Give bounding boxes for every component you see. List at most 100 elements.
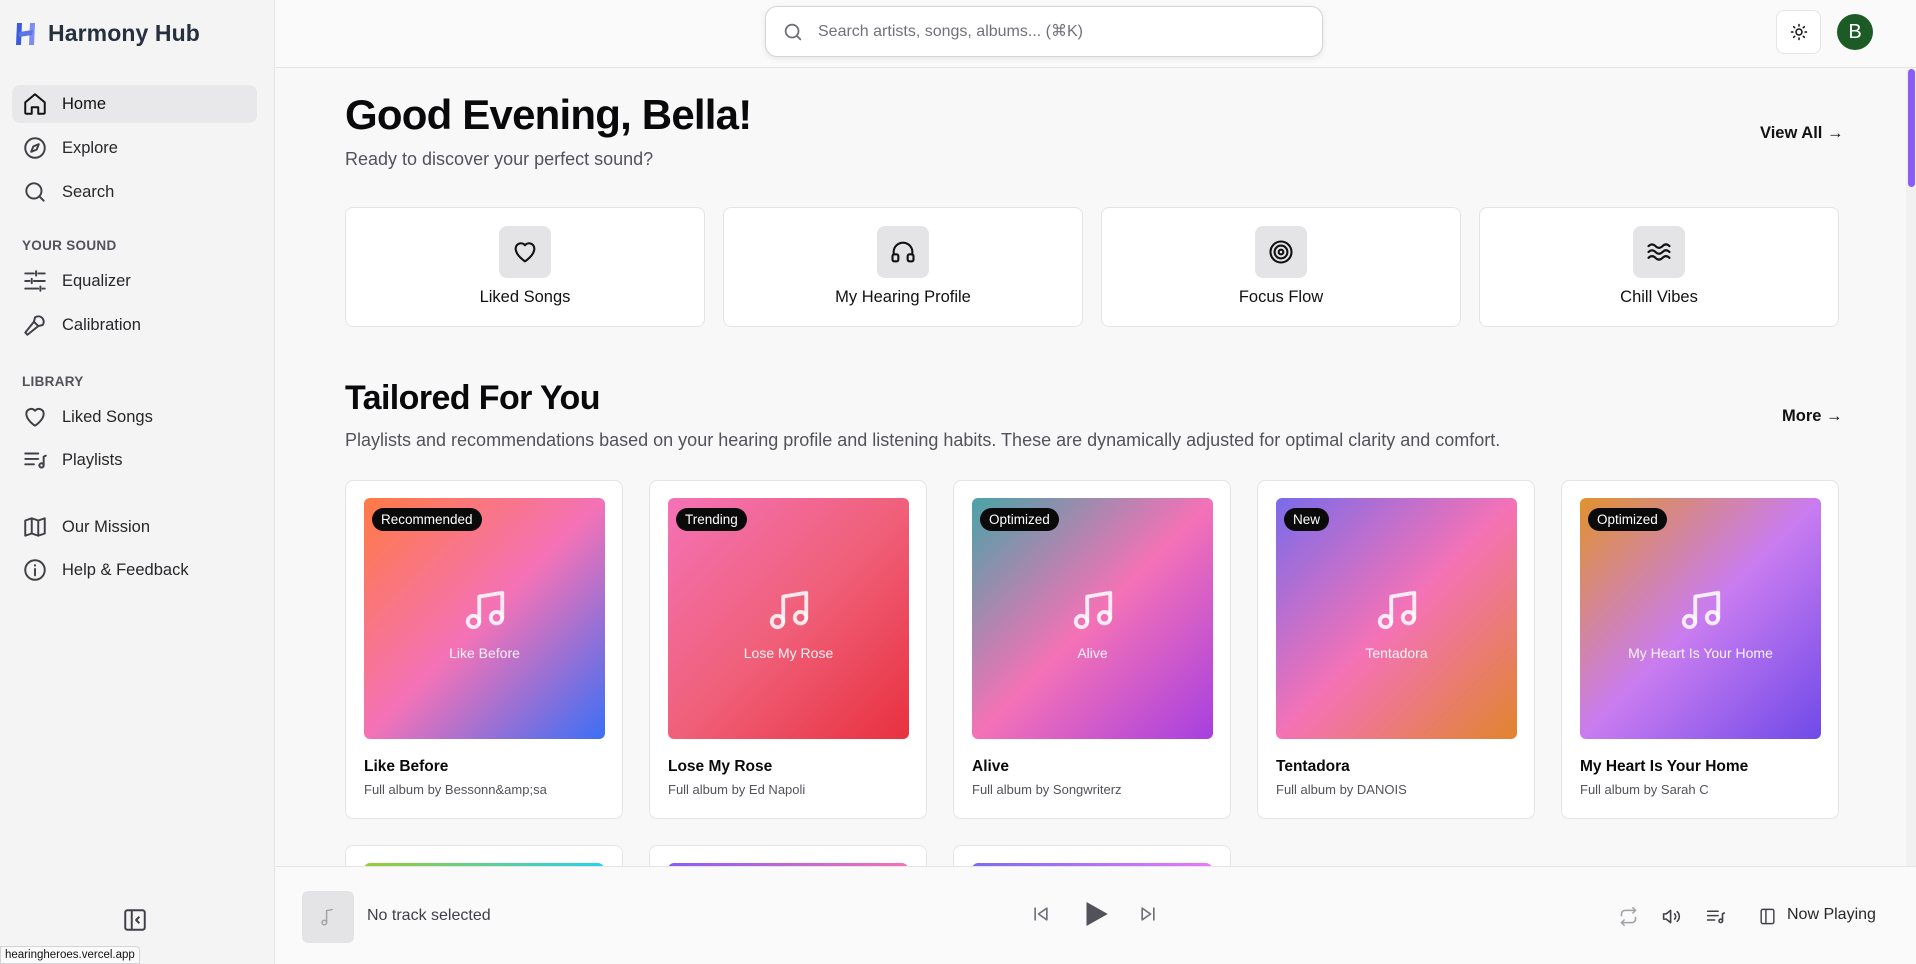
music-note-icon (1073, 590, 1112, 629)
album-badge: Optimized (980, 508, 1059, 531)
queue-button[interactable] (1703, 904, 1727, 928)
album-card-partial[interactable] (953, 845, 1231, 866)
search-box[interactable] (765, 6, 1323, 57)
quick-card-hearing-profile[interactable]: My Hearing Profile (723, 207, 1083, 327)
album-title[interactable]: My Heart Is Your Home (1580, 758, 1820, 776)
album-card[interactable]: Recommended Like Before Like Before Full al… (345, 480, 623, 819)
album-subtitle: Full album by DANOIS (1276, 782, 1407, 797)
track-artwork (302, 891, 354, 943)
album-card[interactable]: Optimized My Heart Is Your Home My Heart I… (1561, 480, 1839, 819)
album-card[interactable]: New Tentadora Tentadora Full album by DANOI… (1257, 480, 1535, 819)
nav-item-calibration[interactable]: Calibration (12, 306, 257, 344)
skip-back-icon (1034, 907, 1048, 921)
album-cover[interactable]: Optimized Alive (972, 498, 1213, 739)
quick-card-focus-flow[interactable]: Focus Flow (1101, 207, 1461, 327)
quick-icon-box (499, 226, 551, 278)
nav-label-calibration: Calibration (62, 315, 141, 334)
album-subtitle: Full album by Songwriterz (972, 782, 1122, 797)
music-note-icon (465, 590, 504, 629)
nav-item-search[interactable]: Search (12, 173, 257, 211)
album-card-partial[interactable] (345, 845, 623, 866)
music-note-icon (769, 590, 808, 629)
sidebar: Harmony Hub Home Explore Search YOUR SOU… (0, 0, 275, 964)
scrollbar-thumb[interactable] (1908, 69, 1915, 187)
sliders-icon (24, 270, 46, 292)
quick-icon-box (1633, 226, 1685, 278)
now-playing-button[interactable]: Now Playing (1787, 906, 1876, 924)
repeat-button[interactable] (1616, 904, 1640, 928)
top-bar: B (276, 0, 1916, 68)
quick-icon-box (1255, 226, 1307, 278)
nav-item-playlists[interactable]: Playlists (12, 441, 257, 479)
search-icon (25, 182, 45, 202)
nav-item-liked-songs[interactable]: Liked Songs (12, 398, 257, 436)
brand[interactable]: Harmony Hub (14, 20, 200, 47)
album-title[interactable]: Alive (972, 758, 1212, 776)
logo-icon (16, 22, 35, 45)
player-bar: No track selected Now Playing (276, 866, 1916, 964)
next-button[interactable] (1136, 902, 1160, 926)
repeat-icon (1620, 906, 1636, 926)
playlist-icon (24, 452, 47, 469)
main-nav: Home Explore Search (12, 85, 257, 211)
nav-item-explore[interactable]: Explore (12, 129, 257, 167)
user-avatar[interactable]: B (1837, 14, 1873, 50)
album-cover[interactable]: Trending Lose My Rose (668, 498, 909, 739)
quick-card-chill-vibes[interactable]: Chill Vibes (1479, 207, 1839, 327)
album-cover[interactable]: Optimized My Heart Is Your Home (1580, 498, 1821, 739)
album-badge: Optimized (1588, 508, 1667, 531)
extra-nav: Our Mission Help & Feedback (12, 508, 257, 589)
album-subtitle: Full album by Bessonn&amp;sa (364, 782, 547, 797)
volume-icon (1662, 909, 1680, 923)
theme-toggle-button[interactable] (1776, 10, 1821, 54)
quick-card-liked-songs[interactable]: Liked Songs (345, 207, 705, 327)
volume-button[interactable] (1659, 904, 1683, 928)
section-title-your-sound: YOUR SOUND (22, 237, 117, 253)
quick-label: Liked Songs (479, 288, 571, 306)
nav-item-home[interactable]: Home (12, 85, 257, 123)
main-content: Good Evening, Bella! Ready to discover y… (276, 69, 1899, 866)
quick-label: Chill Vibes (1620, 288, 1698, 306)
greeting-subtitle: Ready to discover your perfect sound? (345, 149, 654, 169)
library-section: LIBRARY Liked Songs Playlists (12, 370, 257, 479)
album-cover[interactable]: Recommended Like Before (364, 498, 605, 739)
album-cover-title: Like Before (449, 644, 520, 661)
nav-label-equalizer: Equalizer (62, 271, 131, 290)
album-card[interactable]: Trending Lose My Rose Lose My Rose Full alb… (649, 480, 927, 819)
album-title[interactable]: Like Before (364, 758, 604, 776)
your-sound-section: YOUR SOUND Equalizer Calibration (12, 234, 257, 344)
album-cover-title: Lose My Rose (743, 644, 834, 661)
sun-icon (1790, 23, 1807, 41)
nav-item-help-feedback[interactable]: Help & Feedback (12, 551, 257, 589)
album-title[interactable]: Tentadora (1276, 758, 1516, 776)
music-note-icon (1377, 590, 1416, 629)
microphone-icon (24, 315, 45, 336)
nav-item-our-mission[interactable]: Our Mission (12, 508, 257, 546)
more-link[interactable]: More → (1782, 407, 1843, 426)
sidebar-collapse-icon[interactable] (122, 907, 148, 933)
target-icon (1269, 240, 1293, 264)
album-card-partial[interactable] (649, 845, 927, 866)
music-note-icon (1681, 590, 1720, 629)
quick-access-row: Liked Songs My Hearing Profile Focus Flo… (345, 207, 1839, 327)
nav-label-home: Home (62, 94, 107, 113)
previous-button[interactable] (1029, 902, 1053, 926)
play-button[interactable] (1076, 895, 1114, 933)
album-cover-title: Tentadora (1365, 644, 1428, 661)
album-cover-title: Alive (1077, 644, 1108, 661)
nav-item-equalizer[interactable]: Equalizer (12, 262, 257, 300)
album-title[interactable]: Lose My Rose (668, 758, 908, 776)
headphones-icon (891, 241, 915, 263)
waves-icon (1647, 243, 1671, 261)
search-input[interactable] (818, 22, 1298, 41)
album-card[interactable]: Optimized Alive Alive Full album by Songwri… (953, 480, 1231, 819)
now-playing-panel-icon[interactable] (1755, 904, 1779, 928)
album-cover[interactable]: New Tentadora (1276, 498, 1517, 739)
view-all-link[interactable]: View All → (1760, 124, 1843, 143)
panel-icon (1759, 908, 1775, 924)
nav-label-explore: Explore (62, 138, 118, 157)
main-scrollbar[interactable] (1906, 69, 1916, 866)
nav-label-our-mission: Our Mission (62, 517, 151, 536)
nav-label-playlists: Playlists (62, 450, 123, 469)
album-subtitle: Full album by Sarah C (1580, 782, 1709, 797)
